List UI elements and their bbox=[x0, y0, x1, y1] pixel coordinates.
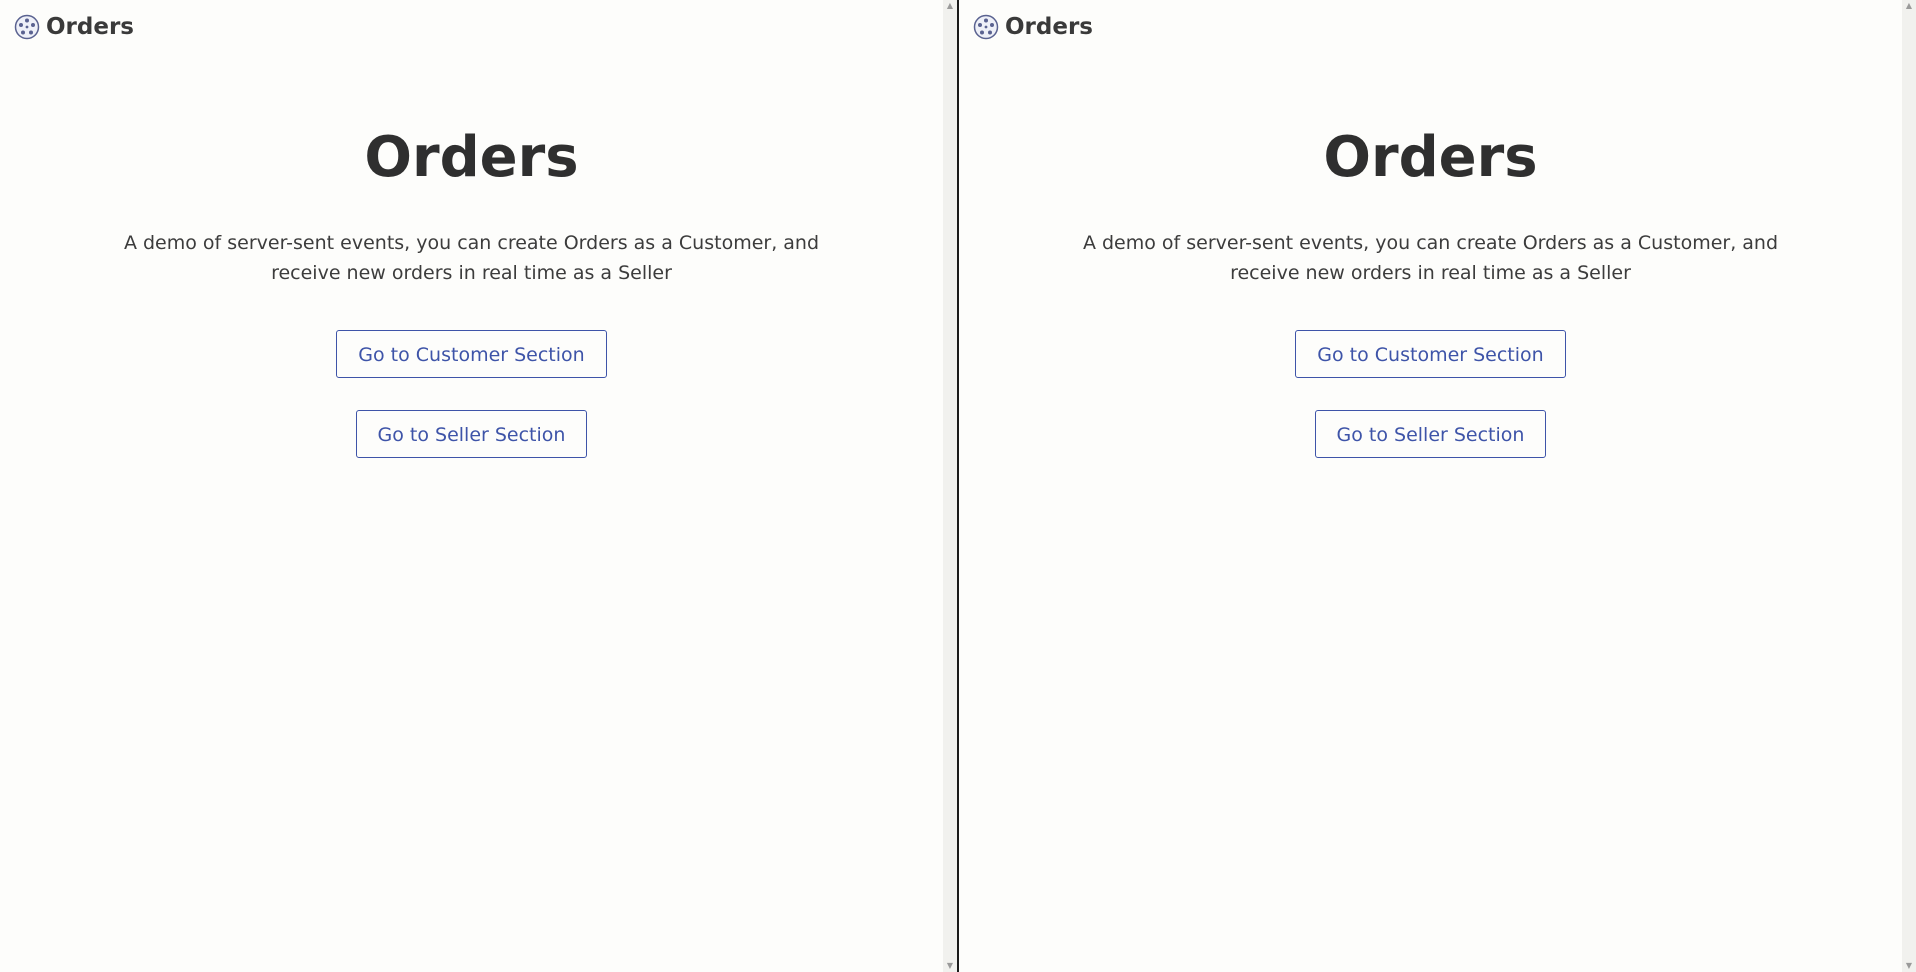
seller-button-row: Go to Seller Section bbox=[0, 410, 943, 458]
go-to-seller-button[interactable]: Go to Seller Section bbox=[355, 410, 588, 458]
brand-title: Orders bbox=[46, 14, 134, 40]
globe-icon bbox=[973, 14, 999, 40]
customer-button-row: Go to Customer Section bbox=[959, 330, 1902, 378]
hero-section: Orders A demo of server-sent events, you… bbox=[959, 118, 1902, 458]
arrow-down-icon[interactable]: ▼ bbox=[1902, 960, 1916, 972]
go-to-customer-button[interactable]: Go to Customer Section bbox=[1295, 330, 1566, 378]
go-to-seller-button[interactable]: Go to Seller Section bbox=[1314, 410, 1547, 458]
brand[interactable]: Orders bbox=[14, 14, 134, 40]
arrow-up-icon[interactable]: ▲ bbox=[943, 0, 957, 12]
page-heading: Orders bbox=[364, 125, 579, 190]
go-to-customer-button[interactable]: Go to Customer Section bbox=[336, 330, 607, 378]
arrow-down-icon[interactable]: ▼ bbox=[943, 960, 957, 972]
hero-section: Orders A demo of server-sent events, you… bbox=[0, 118, 943, 458]
page-description: A demo of server-sent events, you can cr… bbox=[1082, 232, 1779, 284]
globe-icon bbox=[14, 14, 40, 40]
brand-title: Orders bbox=[1005, 14, 1093, 40]
customer-button-row: Go to Customer Section bbox=[0, 330, 943, 378]
arrow-up-icon[interactable]: ▲ bbox=[1902, 0, 1916, 12]
seller-button-row: Go to Seller Section bbox=[959, 410, 1902, 458]
left-scrollbar[interactable]: ▲ ▼ bbox=[943, 0, 957, 972]
left-pane: Orders Orders A demo of server-sent even… bbox=[0, 0, 943, 972]
split-view: Orders Orders A demo of server-sent even… bbox=[0, 0, 1916, 972]
right-pane: Orders Orders A demo of server-sent even… bbox=[959, 0, 1902, 972]
page-description: A demo of server-sent events, you can cr… bbox=[123, 232, 820, 284]
right-scrollbar[interactable]: ▲ ▼ bbox=[1902, 0, 1916, 972]
brand[interactable]: Orders bbox=[973, 14, 1093, 40]
page-heading: Orders bbox=[1323, 125, 1538, 190]
